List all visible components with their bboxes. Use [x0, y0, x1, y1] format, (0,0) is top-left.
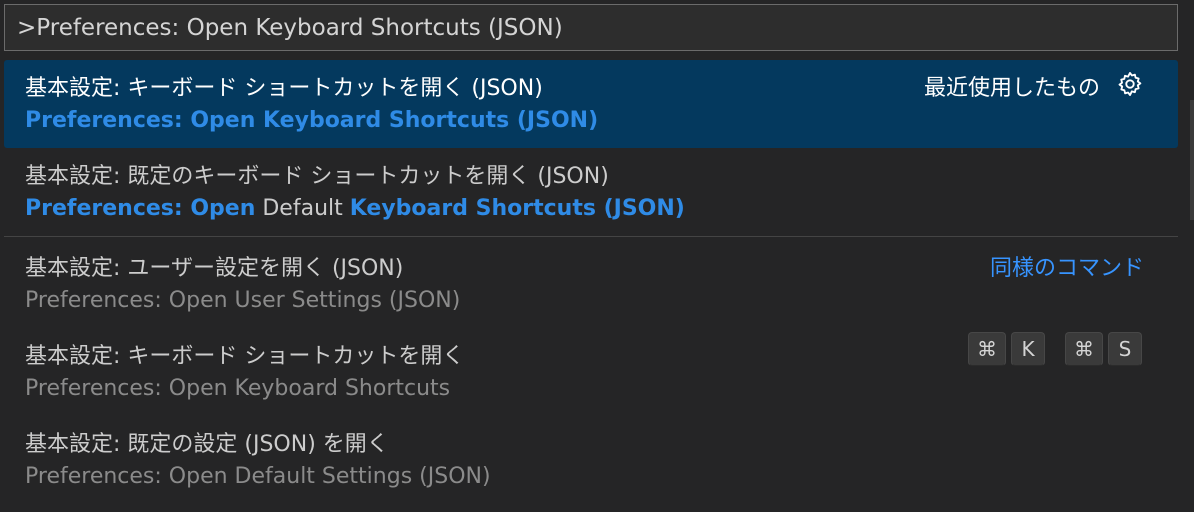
list-item[interactable]: 基本設定: 既定の設定 (JSON) を開く Preferences: Open… [4, 416, 1178, 504]
command-detail: Preferences: Open User Settings (JSON) [25, 288, 461, 313]
keybinding: ⌘ K ⌘ S [963, 332, 1142, 366]
command-list: 基本設定: キーボード ショートカットを開く (JSON) Preference… [4, 60, 1178, 504]
list-item[interactable]: 基本設定: キーボード ショートカットを開く (JSON) Preference… [4, 60, 1178, 148]
group-separator [4, 236, 1178, 237]
key-s: S [1108, 332, 1142, 366]
command-palette: 基本設定: キーボード ショートカットを開く (JSON) Preference… [0, 0, 1194, 512]
command-label: 基本設定: キーボード ショートカットを開く [25, 344, 465, 369]
command-detail: Preferences: Open Keyboard Shortcuts [25, 376, 451, 401]
list-item[interactable]: 基本設定: 既定のキーボード ショートカットを開く (JSON) Prefere… [4, 148, 1178, 236]
command-key: ⌘ [968, 332, 1006, 366]
command-palette-input-box[interactable] [4, 4, 1178, 51]
list-item[interactable]: 基本設定: ユーザー設定を開く (JSON) Preferences: Open… [4, 240, 1178, 328]
command-detail: Preferences: Open Keyboard Shortcuts (JS… [25, 108, 599, 133]
list-item[interactable]: 基本設定: キーボード ショートカットを開く Preferences: Open… [4, 328, 1178, 416]
gear-icon[interactable] [1116, 70, 1144, 98]
key-k: K [1011, 332, 1045, 366]
command-key: ⌘ [1065, 332, 1103, 366]
command-palette-input[interactable] [5, 5, 1177, 50]
command-label: 基本設定: ユーザー設定を開く (JSON) [25, 256, 404, 281]
command-label: 基本設定: キーボード ショートカットを開く (JSON) [25, 76, 543, 101]
command-label: 基本設定: 既定のキーボード ショートカットを開く (JSON) [25, 164, 609, 189]
similar-commands-label: 同様のコマンド [989, 256, 1144, 281]
command-detail: Preferences: Open Default Settings (JSON… [25, 464, 491, 489]
command-label: 基本設定: 既定の設定 (JSON) を開く [25, 432, 389, 457]
recently-used-label: 最近使用したもの [923, 76, 1100, 101]
scrollbar[interactable] [1190, 100, 1194, 220]
command-detail: Preferences: Open Default Keyboard Short… [25, 196, 685, 221]
